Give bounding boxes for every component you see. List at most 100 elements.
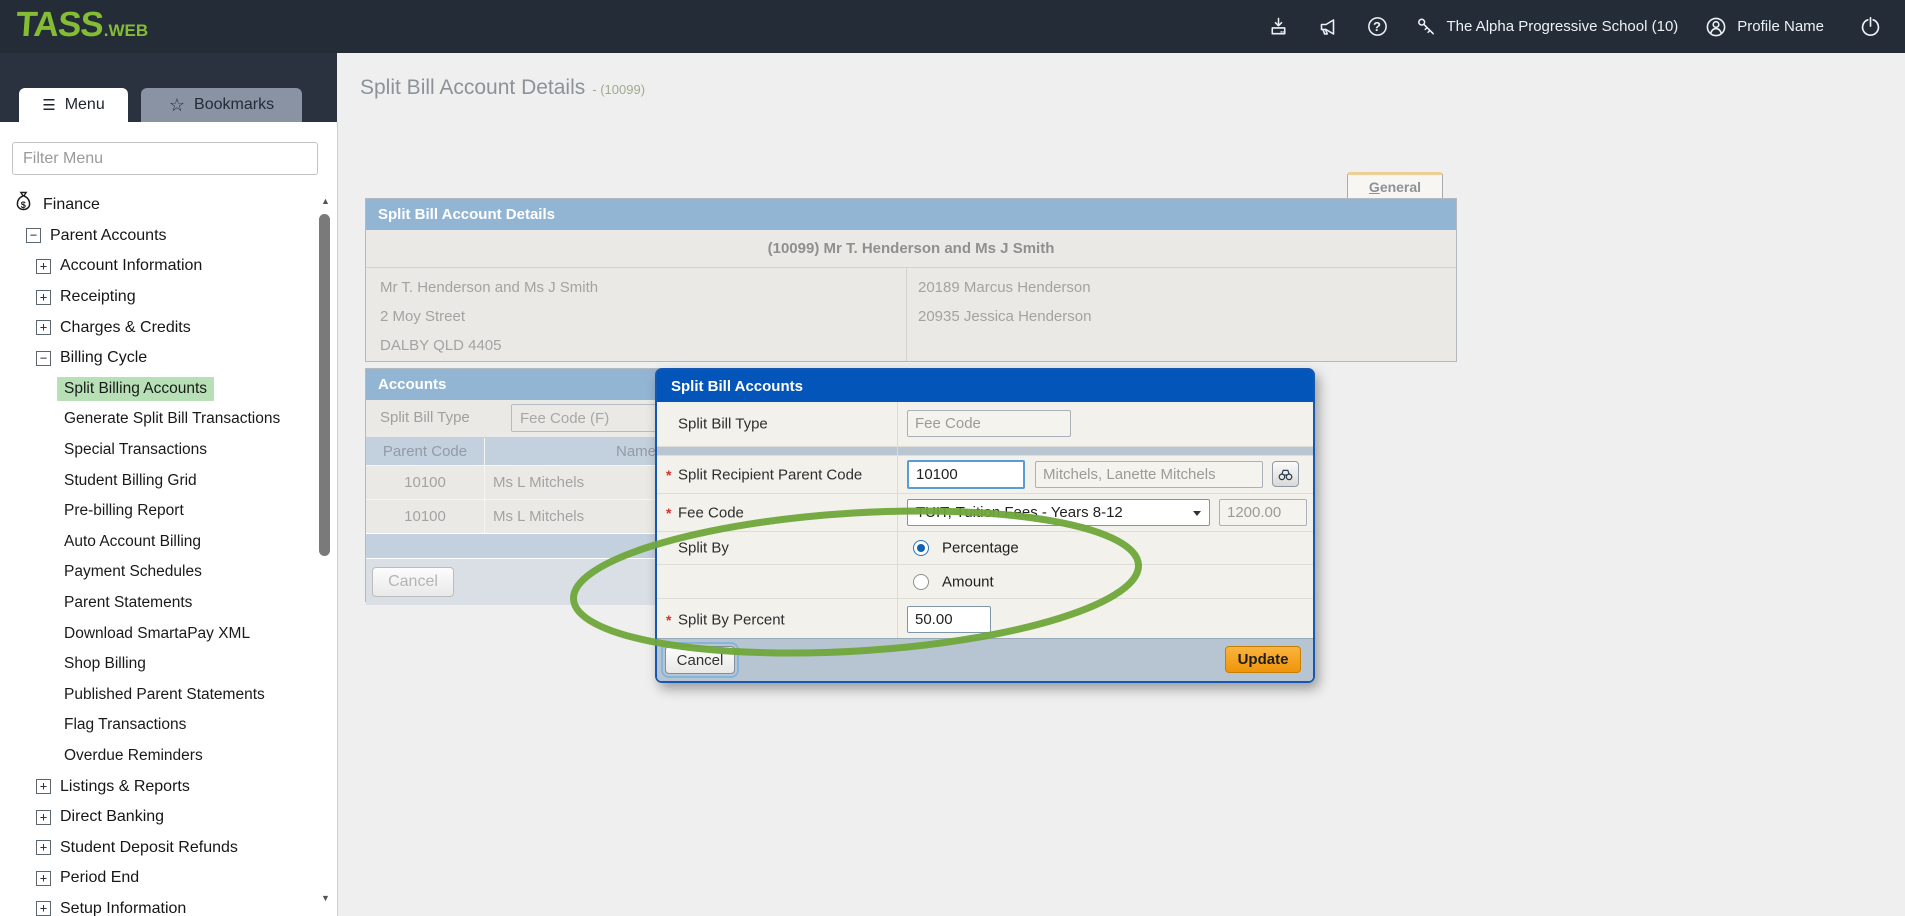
sidebar: $ Finance − Parent Accounts + Account In… [0,122,338,916]
sidebar-item-overdue-reminders[interactable]: Overdue Reminders [0,741,318,772]
scrollbar-up-icon[interactable]: ▲ [321,196,330,206]
required-marker: * [666,467,671,483]
required-marker: * [666,612,671,628]
sidebar-item-payment-schedules[interactable]: Payment Schedules [0,557,318,588]
sidebar-item-billing-cycle[interactable]: − Billing Cycle [0,343,318,374]
scrollbar-down-icon[interactable]: ▼ [321,893,330,903]
search-parent-button[interactable] [1272,461,1299,487]
sidebar-item-student-deposit-refunds[interactable]: + Student Deposit Refunds [0,832,318,863]
sidebar-item-finance[interactable]: $ Finance [0,190,318,221]
school-switcher[interactable]: The Alpha Progressive School (10) [1415,15,1679,38]
tass-web-screen: TASS .WEB ? [0,0,1905,916]
account-details-body: Mr T. Henderson and Ms J Smith 2 Moy Str… [366,268,1456,361]
page-title: Split Bill Account Details- (10099) [360,76,645,100]
sidebar-item-shop-billing[interactable]: Shop Billing [0,649,318,680]
student-line: 20935 Jessica Henderson [918,302,1091,331]
address-line: DALBY QLD 4405 [380,331,598,360]
sidebar-item-setup-information[interactable]: + Setup Information [0,894,318,916]
binoculars-icon [1276,465,1295,484]
key-icon [1415,15,1438,38]
page-title-text: Split Bill Account Details [360,76,585,99]
logo-text: TASS [15,5,105,45]
required-marker: * [666,505,671,521]
expand-icon[interactable]: + [36,810,51,825]
filter-menu-input[interactable] [12,142,318,175]
address-line: Mr T. Henderson and Ms J Smith [380,273,598,302]
sidebar-item-period-end[interactable]: + Period End [0,863,318,894]
sidebar-item-special-transactions[interactable]: Special Transactions [0,435,318,466]
hamburger-icon: ☰ [42,96,55,114]
tab-bookmarks[interactable]: ☆ Bookmarks [141,88,302,122]
sidebar-item-direct-banking[interactable]: + Direct Banking [0,802,318,833]
split-recipient-name-field [1035,461,1263,488]
expand-icon[interactable]: + [36,779,51,794]
sidebar-item-split-billing-accounts[interactable]: Split Billing Accounts [0,374,318,405]
modal-split-by-row: Split By Percentage [657,532,1313,565]
radio-amount-label: Amount [942,573,994,590]
question-mark-glyph: ? [1366,19,1389,34]
top-bar: TASS .WEB ? [0,0,1905,53]
sidebar-item-parent-statements[interactable]: Parent Statements [0,588,318,619]
cancel-button-disabled[interactable]: Cancel [372,567,454,597]
panel-header: Split Bill Account Details [366,199,1456,230]
expand-icon[interactable]: + [36,259,51,274]
radio-percentage-label: Percentage [942,540,1019,557]
tass-web-logo[interactable]: TASS .WEB [16,5,148,45]
modal-split-by-amount-row: Amount [657,565,1313,599]
account-address: Mr T. Henderson and Ms J Smith 2 Moy Str… [380,273,598,360]
megaphone-icon[interactable] [1316,15,1340,39]
sidebar-item-published-parent-statements[interactable]: Published Parent Statements [0,680,318,711]
profile-menu[interactable]: Profile Name [1704,15,1824,39]
tab-menu-label: Menu [65,96,105,114]
sidebar-item-auto-account-billing[interactable]: Auto Account Billing [0,527,318,558]
split-by-percent-input[interactable] [907,606,991,633]
sidebar-item-flag-transactions[interactable]: Flag Transactions [0,710,318,741]
sidebar-item-receipting[interactable]: + Receipting [0,282,318,313]
logo-subtext: .WEB [104,21,148,41]
sidebar-item-student-billing-grid[interactable]: Student Billing Grid [0,465,318,496]
expand-icon[interactable]: + [36,840,51,855]
fee-code-label: Fee Code [678,504,744,521]
scrollbar-thumb[interactable] [319,214,330,556]
chevron-down-icon [1193,511,1201,516]
fee-amount-field [1219,499,1307,526]
tab-bookmarks-label: Bookmarks [194,96,274,114]
tab-menu[interactable]: ☰ Menu [19,88,128,122]
modal-separator [657,447,1313,456]
sidebar-item-charges-credits[interactable]: + Charges & Credits [0,312,318,343]
expand-icon[interactable]: + [36,320,51,335]
sidebar-item-parent-accounts[interactable]: − Parent Accounts [0,221,318,252]
expand-icon[interactable]: + [36,901,51,916]
sidebar-item-account-information[interactable]: + Account Information [0,251,318,282]
download-icon[interactable] [1267,15,1290,38]
expand-icon[interactable]: + [36,290,51,305]
radio-amount[interactable] [913,574,929,590]
expand-icon[interactable]: + [36,871,51,886]
tab-general[interactable]: General [1347,172,1443,198]
modal-split-bill-type-row: Split Bill Type [657,402,1313,447]
sidebar-item-generate-split-bill-transactions[interactable]: Generate Split Bill Transactions [0,404,318,435]
split-bill-type-label: Split Bill Type [678,416,768,433]
modal-split-by-percent-row: * Split By Percent [657,599,1313,640]
collapse-icon[interactable]: − [36,351,51,366]
fee-code-select[interactable]: TUIT, Tuition Fees - Years 8-12 [907,499,1210,526]
collapse-icon[interactable]: − [26,228,41,243]
modal-footer: Cancel Update [657,638,1313,681]
menu-tree: $ Finance − Parent Accounts + Account In… [0,190,318,916]
sidebar-item-pre-billing-report[interactable]: Pre-billing Report [0,496,318,527]
split-bill-type-label: Split Bill Type [380,409,470,426]
sidebar-item-download-smartapay-xml[interactable]: Download SmartaPay XML [0,618,318,649]
school-name: The Alpha Progressive School (10) [1447,18,1679,35]
radio-percentage[interactable] [913,540,929,556]
help-icon[interactable]: ? [1366,15,1389,38]
sidebar-item-listings-reports[interactable]: + Listings & Reports [0,771,318,802]
star-icon: ☆ [169,95,185,116]
split-recipient-parent-code-label: Split Recipient Parent Code [678,466,862,483]
update-button[interactable]: Update [1225,646,1301,673]
modal-recipient-row: * Split Recipient Parent Code [657,456,1313,494]
cancel-button[interactable]: Cancel [665,646,735,674]
address-line: 2 Moy Street [380,302,598,331]
split-recipient-parent-code-input[interactable] [907,460,1025,489]
student-line: 20189 Marcus Henderson [918,273,1091,302]
power-icon[interactable] [1858,14,1883,39]
